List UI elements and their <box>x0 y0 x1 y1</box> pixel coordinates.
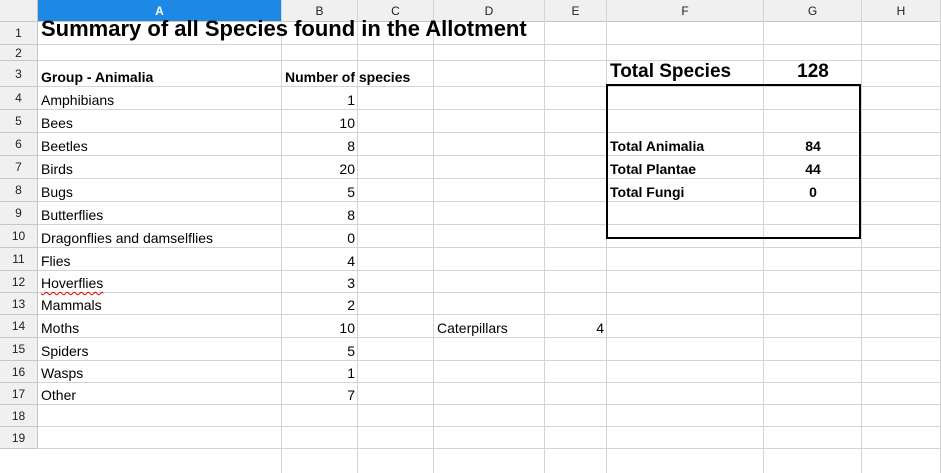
header-number-of-species[interactable]: Number of species <box>282 61 410 87</box>
row-header-16[interactable]: 16 <box>0 361 38 383</box>
group-name-cell[interactable]: Hoverflies <box>38 271 282 293</box>
row-header-4[interactable]: 4 <box>0 87 38 110</box>
group-count-cell[interactable]: 1 <box>282 361 358 383</box>
group-count-cell[interactable]: 2 <box>282 293 358 315</box>
header-group[interactable]: Group - Animalia <box>38 61 282 87</box>
group-count-cell[interactable]: 0 <box>282 225 358 248</box>
column-header-f[interactable]: F <box>607 0 764 22</box>
total-animalia-label[interactable]: Total Animalia <box>607 133 764 156</box>
select-all-corner[interactable] <box>0 0 38 22</box>
total-species-label[interactable]: Total Species <box>607 61 764 87</box>
group-count-cell[interactable]: 5 <box>282 338 358 361</box>
row-header-2[interactable]: 2 <box>0 45 38 61</box>
total-fungi-label[interactable]: Total Fungi <box>607 179 764 202</box>
gridline-horizontal <box>38 448 941 449</box>
group-name-cell[interactable]: Beetles <box>38 133 282 156</box>
group-name-cell[interactable]: Dragonflies and damselflies <box>38 225 282 248</box>
row-header-1[interactable]: 1 <box>0 22 38 45</box>
row-header-8[interactable]: 8 <box>0 179 38 202</box>
group-count-cell[interactable]: 8 <box>282 202 358 225</box>
total-species-value[interactable]: 128 <box>764 61 862 87</box>
spellcheck-underlined-text: Hoverflies <box>41 275 104 291</box>
row-header-17[interactable]: 17 <box>0 383 38 405</box>
total-animalia-value[interactable]: 84 <box>764 133 862 156</box>
row-header-10[interactable]: 10 <box>0 225 38 248</box>
group-name-cell[interactable]: Birds <box>38 156 282 179</box>
group-name-cell[interactable]: Other <box>38 383 282 405</box>
gridline-vertical <box>544 0 545 473</box>
row-header-13[interactable]: 13 <box>0 293 38 315</box>
group-count-cell[interactable]: 1 <box>282 87 358 110</box>
column-header-h[interactable]: H <box>862 0 941 22</box>
group-count-cell[interactable]: 8 <box>282 133 358 156</box>
gridline-vertical <box>433 0 434 473</box>
caterpillars-value-cell[interactable]: 4 <box>545 315 607 338</box>
group-name-cell[interactable]: Amphibians <box>38 87 282 110</box>
group-name-cell[interactable]: Moths <box>38 315 282 338</box>
group-name-cell[interactable]: Butterflies <box>38 202 282 225</box>
sheet-title[interactable]: Summary of all Species found in the Allo… <box>38 18 527 45</box>
group-count-cell[interactable]: 3 <box>282 271 358 293</box>
total-plantae-value[interactable]: 44 <box>764 156 862 179</box>
group-count-cell[interactable]: 7 <box>282 383 358 405</box>
row-header-5[interactable]: 5 <box>0 110 38 133</box>
row-header-3[interactable]: 3 <box>0 61 38 87</box>
column-header-e[interactable]: E <box>545 0 607 22</box>
row-header-12[interactable]: 12 <box>0 271 38 293</box>
row-header-11[interactable]: 11 <box>0 248 38 271</box>
group-name-cell[interactable]: Bees <box>38 110 282 133</box>
group-count-cell[interactable]: 10 <box>282 315 358 338</box>
row-header-15[interactable]: 15 <box>0 338 38 361</box>
group-name-cell[interactable]: Spiders <box>38 338 282 361</box>
row-header-9[interactable]: 9 <box>0 202 38 225</box>
group-name-cell[interactable]: Flies <box>38 248 282 271</box>
caterpillars-label-cell[interactable]: Caterpillars <box>434 315 545 338</box>
row-header-6[interactable]: 6 <box>0 133 38 156</box>
total-plantae-label[interactable]: Total Plantae <box>607 156 764 179</box>
group-name-cell[interactable]: Mammals <box>38 293 282 315</box>
group-count-cell[interactable]: 5 <box>282 179 358 202</box>
group-count-cell[interactable]: 20 <box>282 156 358 179</box>
row-header-14[interactable]: 14 <box>0 315 38 338</box>
row-header-7[interactable]: 7 <box>0 156 38 179</box>
row-header-18[interactable]: 18 <box>0 405 38 427</box>
total-fungi-value[interactable]: 0 <box>764 179 862 202</box>
gridline-horizontal <box>38 426 941 427</box>
column-header-g[interactable]: G <box>764 0 862 22</box>
group-count-cell[interactable]: 10 <box>282 110 358 133</box>
group-count-cell[interactable]: 4 <box>282 248 358 271</box>
row-header-19[interactable]: 19 <box>0 427 38 449</box>
group-name-cell[interactable]: Bugs <box>38 179 282 202</box>
spreadsheet[interactable]: ABCDEFGH 1 2 3 4 5 6 7 8 9 10 11 12 13 14 15 16 17 18 19 S… <box>0 0 941 473</box>
group-name-cell[interactable]: Wasps <box>38 361 282 383</box>
